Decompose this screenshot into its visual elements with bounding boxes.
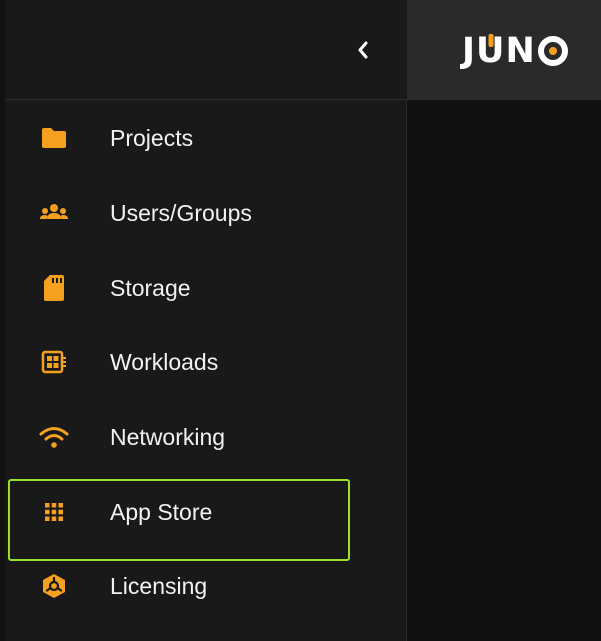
sidebar: Projects Users/Groups Storage Workloads … [5,0,407,641]
workloads-icon [39,347,69,377]
folder-icon [39,123,69,153]
sidebar-item-label: Projects [110,125,194,151]
juno-logo: JUN [462,31,568,71]
top-bar: JUN [407,0,601,100]
app-grid-icon [39,497,69,527]
sidebar-item-projects[interactable]: Projects [5,101,405,175]
wifi-icon [39,422,69,452]
sidebar-item-workloads[interactable]: Workloads [5,325,405,399]
main-content-area [407,100,601,641]
logo-o-mark [537,36,568,66]
collapse-sidebar-button[interactable] [347,34,379,66]
sd-card-icon [39,273,69,303]
sidebar-item-label: Licensing [110,573,208,599]
sidebar-item-app-store[interactable]: App Store [5,475,405,549]
license-box-icon [39,571,69,601]
logo-accent-mark [488,34,494,47]
sidebar-item-label: Networking [110,424,226,450]
users-group-icon [39,198,69,228]
sidebar-item-label: Workloads [110,349,219,375]
sidebar-header [5,0,407,100]
logo-text-n: N [505,31,536,71]
sidebar-item-networking[interactable]: Networking [5,400,405,474]
sidebar-item-users-groups[interactable]: Users/Groups [5,176,405,250]
sidebar-item-storage[interactable]: Storage [5,251,405,325]
logo-text-j: J [462,31,477,71]
app-window: Projects Users/Groups Storage Workloads … [0,0,601,641]
logo-text-u: U [476,31,506,71]
sidebar-item-label: Storage [110,275,191,301]
sidebar-item-label: Users/Groups [110,200,252,226]
sidebar-item-label: App Store [110,499,213,525]
chevron-left-icon [358,41,368,59]
sidebar-item-licensing[interactable]: Licensing [5,549,405,623]
